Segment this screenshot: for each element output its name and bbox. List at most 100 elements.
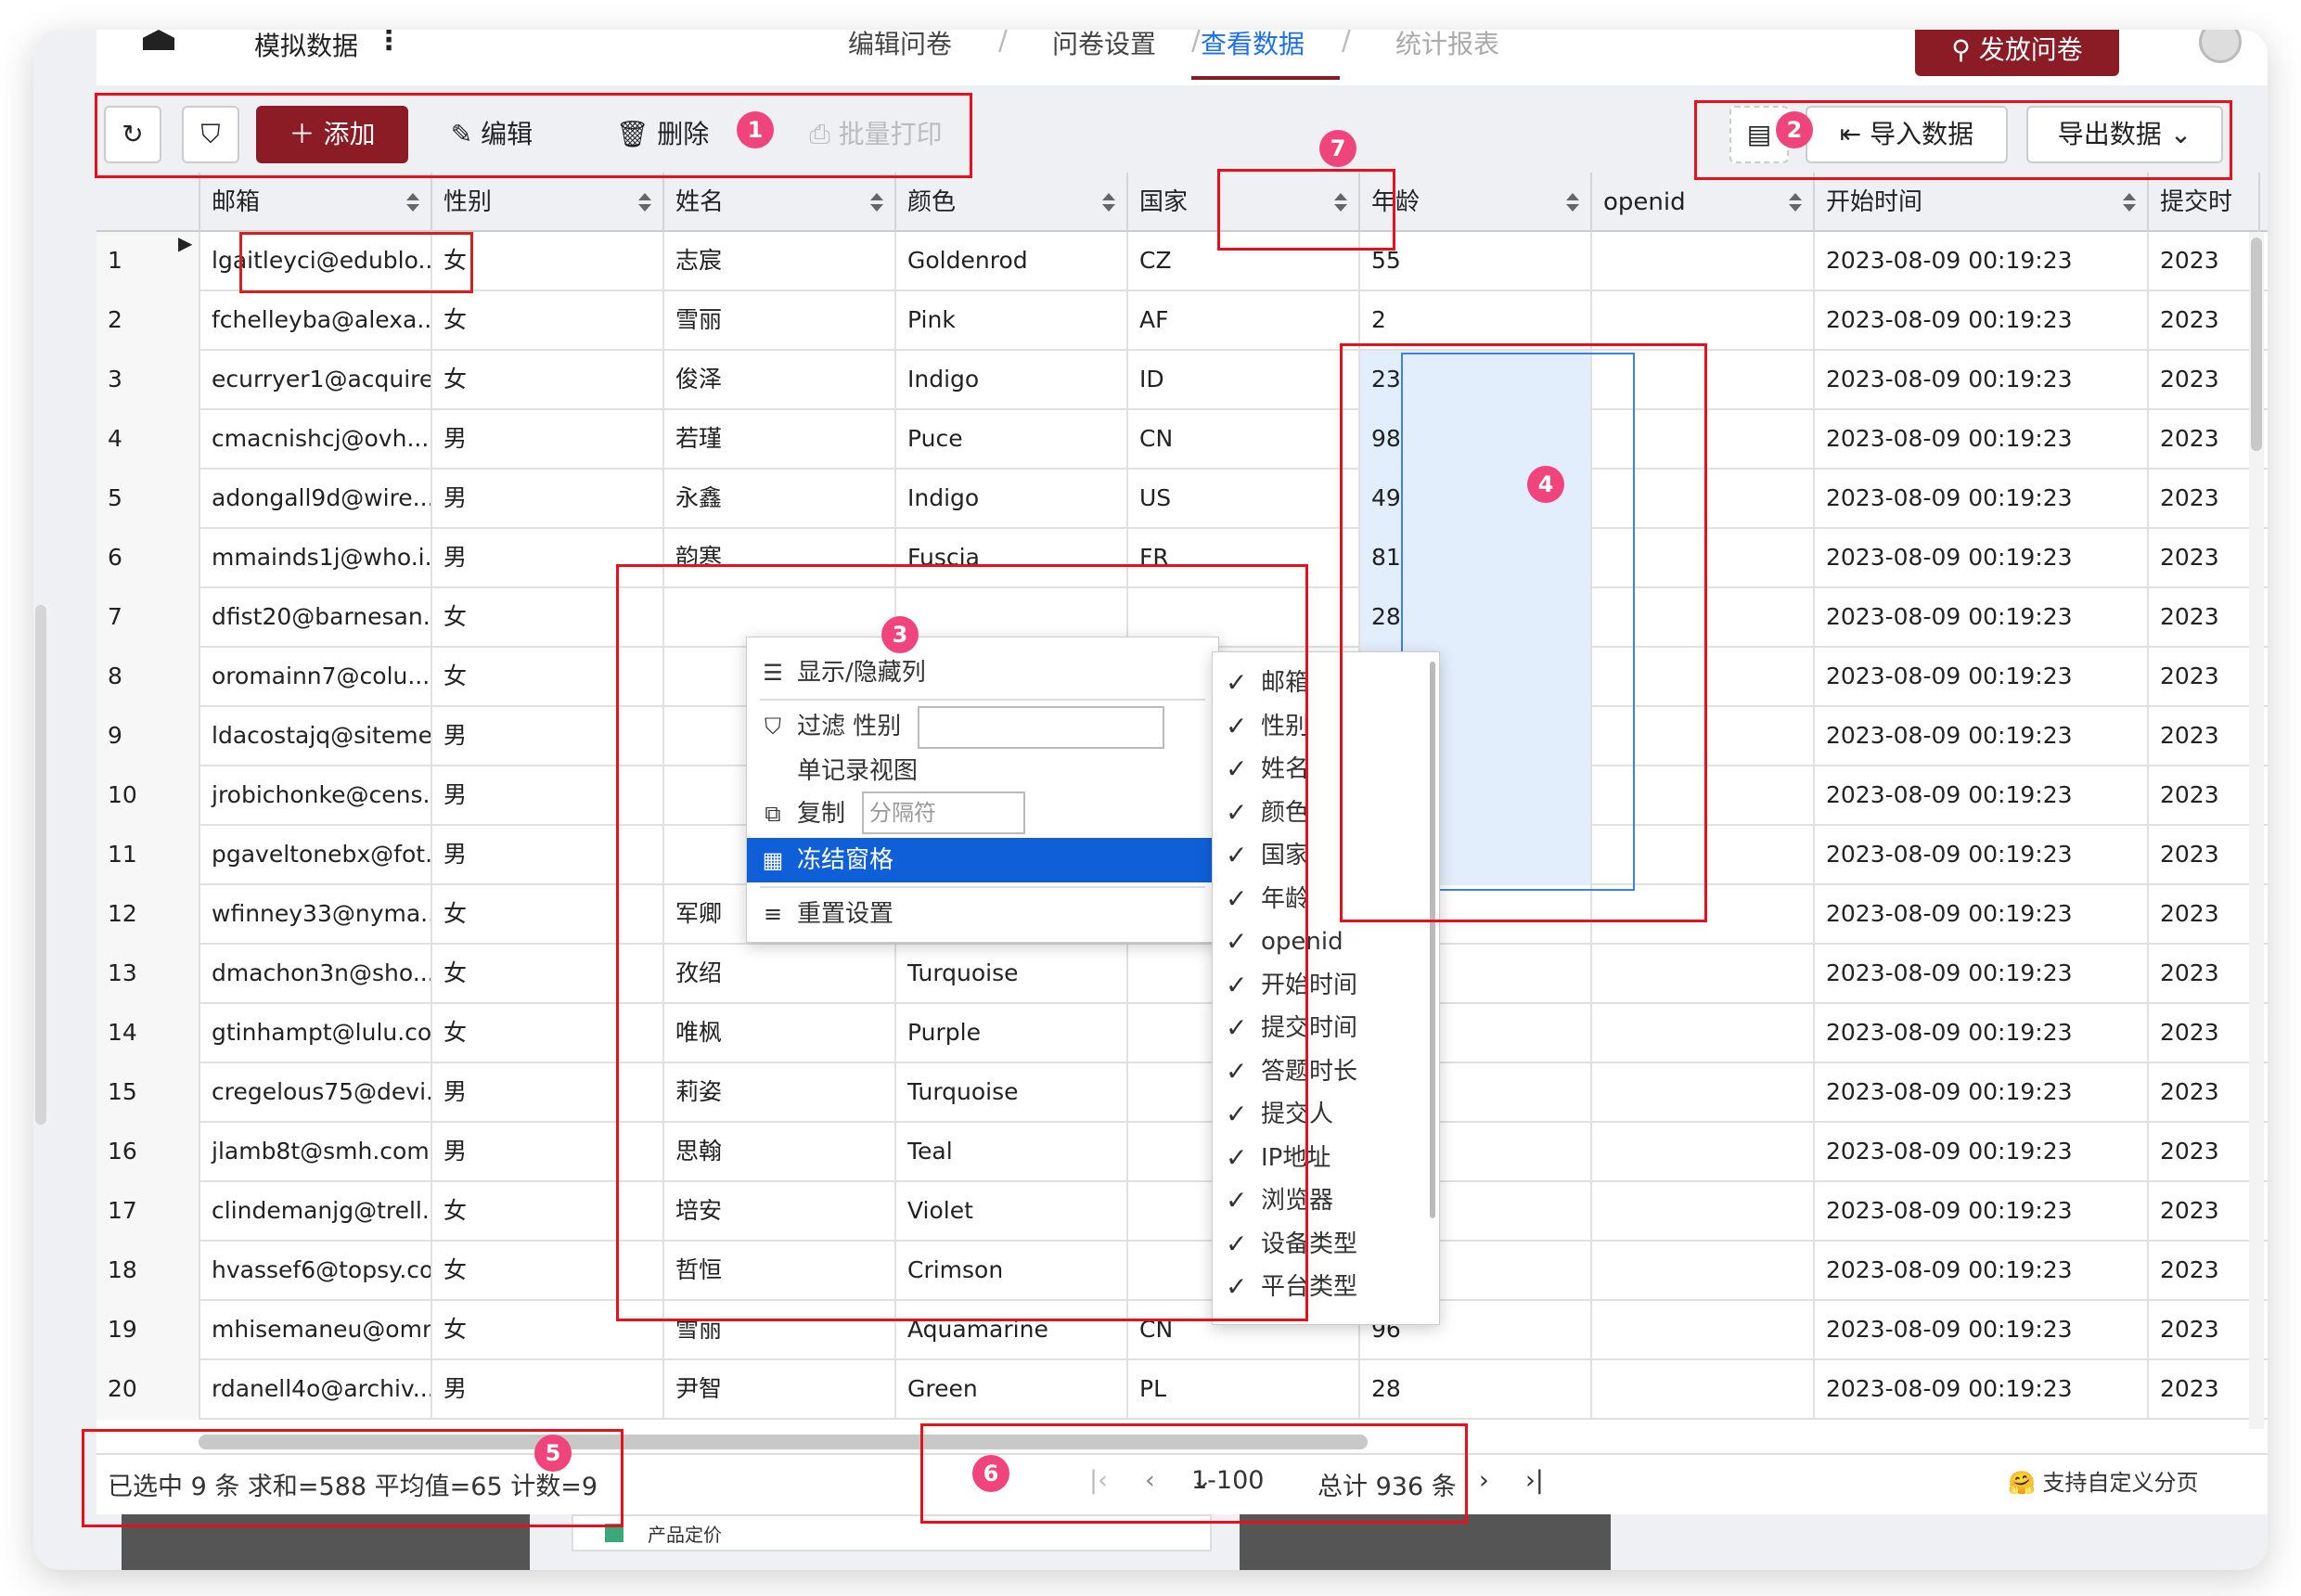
cell-name[interactable]: 永鑫 [664, 470, 896, 529]
cell-submit-time[interactable]: 2023 [2149, 1123, 2260, 1182]
edit-button[interactable]: ✎ 编辑 [427, 106, 557, 163]
cell-gender[interactable]: 男 [432, 1360, 664, 1420]
column-toggle-item[interactable]: ✓ 设备类型 [1213, 1223, 1435, 1266]
cell-openid[interactable] [1592, 766, 1815, 826]
cell-name[interactable]: 培安 [664, 1182, 896, 1242]
publish-button[interactable]: ⚲ 发放问卷 [1915, 30, 2119, 76]
cell-openid[interactable] [1592, 291, 1815, 351]
sort-icon[interactable] [1566, 193, 1579, 212]
menu-show-hide-columns[interactable]: ☰ 显示/隐藏列 [747, 650, 1220, 695]
cell-name[interactable]: 雪丽 [664, 1301, 896, 1360]
cell-gender[interactable]: 男 [432, 826, 664, 885]
cell-start-time[interactable]: 2023-08-09 00:19:23 [1815, 410, 2149, 470]
cell-email[interactable]: wfinney33@nyma... [200, 885, 432, 945]
cell-email[interactable]: hvassef6@topsy.co... [200, 1242, 432, 1301]
sort-icon[interactable] [1334, 193, 1347, 212]
cell-submit-time[interactable]: 2023 [2149, 1004, 2260, 1063]
cell-submit-time[interactable]: 2023 [2149, 707, 2260, 766]
cell-country[interactable]: PL [1128, 1360, 1360, 1420]
cell-name[interactable]: 孜绍 [664, 945, 896, 1004]
cell-age[interactable]: 28 [1360, 1360, 1592, 1420]
cell-gender[interactable]: 男 [432, 470, 664, 529]
column-toggle-item[interactable]: ✓ IP地址 [1213, 1137, 1435, 1179]
cell-color[interactable]: Teal [896, 1123, 1128, 1182]
cell-gender[interactable]: 女 [432, 885, 664, 945]
cell-email[interactable]: clindemanjg@trell... [200, 1182, 432, 1242]
cell-openid[interactable] [1592, 1182, 1815, 1242]
table-row[interactable]: 13dmachon3n@sho...女孜绍Turquoise702023-08-… [96, 945, 2268, 1004]
cell-openid[interactable] [1592, 470, 1815, 529]
cell-openid[interactable] [1592, 826, 1815, 885]
table-row[interactable]: 6 mmainds1j@who.i... 男韵寒 Fuscia FR 81 2023-08-… [96, 529, 2268, 588]
next-page-icon[interactable]: › [1479, 1466, 1489, 1495]
cell-start-time[interactable]: 2023-08-09 00:19:23 [1815, 1360, 2149, 1420]
cell-age[interactable]: 23 [1360, 351, 1592, 410]
cell-country[interactable]: US [1128, 470, 1360, 529]
cell-openid[interactable] [1592, 1063, 1815, 1123]
cell-color[interactable]: Aquamarine [896, 1301, 1128, 1360]
cell-name[interactable]: 志宸 [664, 232, 896, 291]
export-button[interactable]: 导出数据 ⌄ [2026, 106, 2223, 163]
cell-gender[interactable]: 女 [432, 945, 664, 1004]
cell-email[interactable]: mhisemaneu@omni... [200, 1301, 432, 1360]
header-start-time[interactable]: 开始时间 [1815, 173, 2149, 232]
cell-email[interactable]: fchelleyba@alexa.... [200, 291, 432, 351]
cell-name[interactable]: 思翰 [664, 1123, 896, 1182]
separator-input[interactable]: 分隔符 [862, 792, 1025, 834]
outer-scrollbar[interactable] [35, 605, 46, 1125]
column-toggle-item[interactable]: ✓ 性别 [1213, 705, 1435, 748]
cell-openid[interactable] [1592, 1123, 1815, 1182]
last-page-icon[interactable]: ›| [1525, 1466, 1544, 1495]
table-row[interactable]: 16jlamb8t@smh.com...男思翰Teal212023-08-09 … [96, 1123, 2268, 1182]
filter-input[interactable] [918, 706, 1164, 749]
column-toggle-item[interactable]: ✓ 国家 [1213, 834, 1435, 877]
home-icon[interactable] [143, 30, 174, 50]
cell-submit-time[interactable]: 2023 [2149, 1242, 2260, 1301]
import-button[interactable]: ⇤ 导入数据 [1806, 106, 2008, 163]
cell-submit-time[interactable]: 2023 [2149, 470, 2260, 529]
filter-button[interactable]: ⛉ [182, 106, 239, 163]
header-gender[interactable]: 性别 [432, 173, 664, 232]
step-view-data[interactable]: 查看数据 [1201, 30, 1305, 61]
cell-name[interactable]: 尹智 [664, 1360, 896, 1420]
column-toggle-item[interactable]: ✓ 答题时长 [1213, 1050, 1435, 1093]
cell-age[interactable]: 28 [1360, 588, 1592, 648]
cell-submit-time[interactable]: 2023 [2149, 1360, 2260, 1420]
cell-color[interactable]: Violet [896, 1182, 1128, 1242]
cell-gender[interactable]: 女 [432, 1301, 664, 1360]
column-toggle-item[interactable]: ✓ 颜色 [1213, 792, 1435, 834]
cell-start-time[interactable]: 2023-08-09 00:19:23 [1815, 1063, 2149, 1123]
cell-email[interactable]: rdanell4o@archiv... [200, 1360, 432, 1420]
cell-submit-time[interactable]: 2023 [2149, 648, 2260, 707]
header-submit-time[interactable]: 提交时 [2149, 173, 2260, 232]
cell-openid[interactable] [1592, 707, 1815, 766]
cell-start-time[interactable]: 2023-08-09 00:19:23 [1815, 1182, 2149, 1242]
cell-start-time[interactable]: 2023-08-09 00:19:23 [1815, 766, 2149, 826]
cell-submit-time[interactable]: 2023 [2149, 1301, 2260, 1360]
cell-age[interactable]: 2 [1360, 291, 1592, 351]
refresh-button[interactable]: ↻ [104, 106, 161, 163]
cell-start-time[interactable]: 2023-08-09 00:19:23 [1815, 232, 2149, 291]
cell-color[interactable]: Turquoise [896, 1063, 1128, 1123]
menu-freeze-panes[interactable]: ▦ 冻结窗格 [747, 838, 1220, 882]
menu-reset-settings[interactable]: ≡ 重置设置 [747, 892, 1220, 936]
cell-openid[interactable] [1592, 351, 1815, 410]
cell-start-time[interactable]: 2023-08-09 00:19:23 [1815, 945, 2149, 1004]
cell-country[interactable]: FR [1128, 529, 1360, 588]
delete-button[interactable]: 🗑 删除 [598, 106, 727, 163]
cell-color[interactable]: Green [896, 1360, 1128, 1420]
header-email[interactable]: 邮箱 [200, 173, 432, 232]
cell-submit-time[interactable]: 2023 [2149, 766, 2260, 826]
cell-color[interactable]: Indigo [896, 351, 1128, 410]
cell-start-time[interactable]: 2023-08-09 00:19:23 [1815, 470, 2149, 529]
cell-email[interactable]: ecurryer1@acquireth... [200, 351, 432, 410]
cell-email[interactable]: ldacostajq@siteme... [200, 707, 432, 766]
table-row[interactable]: 3ecurryer1@acquireth...女俊泽IndigoID23 2023… [96, 351, 2268, 410]
cell-email[interactable]: cregelous75@devi... [200, 1063, 432, 1123]
cell-submit-time[interactable]: 2023 [2149, 291, 2260, 351]
cell-age[interactable]: 55 [1360, 232, 1592, 291]
cell-gender[interactable]: 男 [432, 1063, 664, 1123]
cell-submit-time[interactable]: 2023 [2149, 1182, 2260, 1242]
sort-icon[interactable] [2123, 193, 2136, 212]
column-toggle-item[interactable]: ✓ 年龄 [1213, 878, 1435, 920]
